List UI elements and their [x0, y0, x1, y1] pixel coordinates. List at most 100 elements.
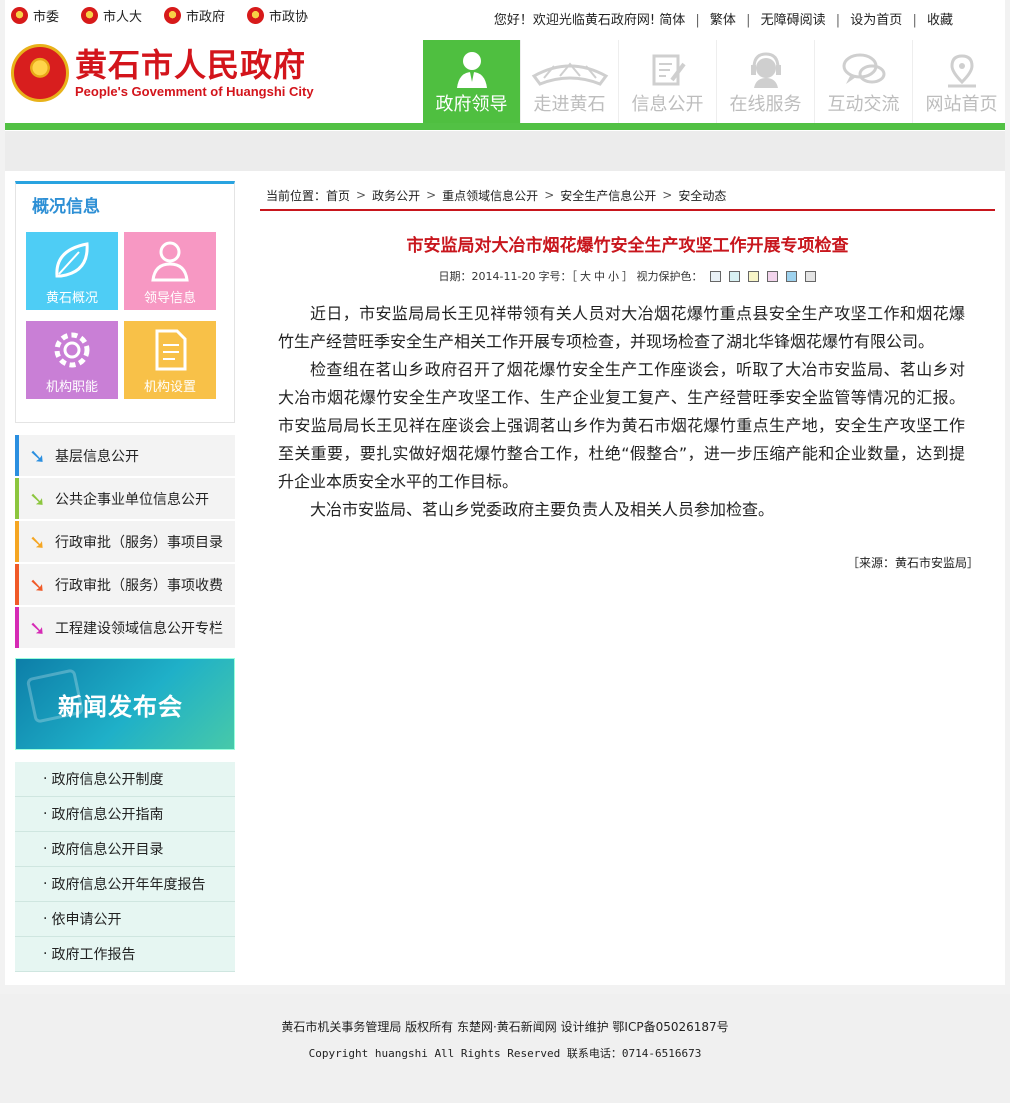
tile-label: 机构职能 — [45, 380, 98, 395]
breadcrumb-item[interactable]: 政务公开 — [372, 187, 420, 204]
category-public-enterprises[interactable]: ➘ 公共企事业单位信息公开 — [15, 478, 235, 519]
divider: | — [835, 13, 841, 28]
overview-title: 概况信息 — [32, 197, 100, 217]
bullet: · — [43, 946, 48, 962]
color-swatch[interactable] — [729, 270, 741, 282]
logo-subtitle: People's Govemment of Huangshi City — [75, 84, 314, 99]
top-link-cppcc[interactable]: 市政协 — [247, 6, 308, 25]
sidebar: 概况信息 黄石概况 领导信息 机构职能 机构设置 ➘ 基层信息公开 ➘ 公共企事… — [15, 181, 235, 972]
tile-huangshi-overview[interactable]: 黄石概况 — [26, 232, 118, 310]
arrow-down-right-icon: ➘ — [29, 529, 46, 554]
top-link-government[interactable]: 市政府 — [164, 6, 225, 25]
nav-website-home[interactable]: 网站首页 — [912, 40, 1010, 124]
color-swatch[interactable] — [767, 270, 779, 282]
tile-leader-info[interactable]: 领导信息 — [124, 232, 216, 310]
top-link-peoples-congress[interactable]: 市人大 — [81, 6, 142, 25]
chevron-right-icon: > — [426, 188, 437, 202]
tile-label: 机构设置 — [143, 380, 196, 395]
press-conference-banner[interactable]: 新闻发布会 — [15, 658, 235, 750]
arrow-down-right-icon: ➘ — [29, 615, 46, 640]
article-date: 日期：2014-11-20 — [438, 270, 536, 283]
category-label: 行政审批（服务）事项收费 — [55, 577, 223, 594]
header-green-bar — [5, 123, 1005, 130]
nav-label: 政府领导 — [435, 94, 508, 115]
color-swatch[interactable] — [786, 270, 798, 282]
chevron-right-icon: > — [544, 188, 555, 202]
info-link[interactable]: · 政府信息公开指南 — [15, 797, 235, 832]
arrow-down-right-icon: ➘ — [29, 572, 46, 597]
info-link[interactable]: · 政府信息公开制度 — [15, 762, 235, 797]
footer-contact: Copyright huangshi All Rights Reserved 联… — [308, 1047, 702, 1060]
category-label: 行政审批（服务）事项目录 — [55, 534, 223, 551]
font-size-large[interactable]: 大 — [580, 268, 591, 284]
divider: | — [912, 13, 917, 28]
article-paragraph: 大冶市安监局、茗山乡党委政府主要负责人及相关人员参加检查。 — [310, 500, 775, 519]
article-source: ［来源：黄石市安监局］ — [846, 556, 979, 570]
top-link-party-committee[interactable]: 市委 — [11, 6, 59, 25]
info-link-label: 政府信息公开目录 — [51, 842, 164, 858]
font-size-medium[interactable]: 中 — [594, 268, 605, 284]
tile-agency-functions[interactable]: 机构职能 — [26, 321, 118, 399]
info-link[interactable]: · 政府工作报告 — [15, 937, 235, 972]
bullet: · — [43, 771, 48, 787]
category-grassroots-info[interactable]: ➘ 基层信息公开 — [15, 435, 235, 476]
welcome-text: 您好！欢迎光临黄石政府网! — [493, 13, 656, 28]
link-accessible-reading[interactable]: 无障碍阅读 — [761, 13, 826, 28]
color-swatch[interactable] — [805, 270, 817, 282]
info-link[interactable]: · 政府信息公开年年度报告 — [15, 867, 235, 902]
tile-agency-setup[interactable]: 机构设置 — [124, 321, 216, 399]
breadcrumb-item[interactable]: 安全动态 — [678, 187, 726, 204]
link-simplified[interactable]: 简体 — [659, 13, 685, 28]
main-content: 当前位置： 首页 > 政务公开 > 重点领域信息公开 > 安全生产信息公开 > … — [260, 181, 995, 571]
site-header: 黄石市人民政府 People's Govemment of Huangshi C… — [5, 40, 1005, 124]
nav-online-services[interactable]: 在线服务 — [716, 40, 814, 124]
bullet: · — [43, 841, 48, 857]
breadcrumb-item[interactable]: 重点领域信息公开 — [442, 187, 538, 204]
article-paragraph: 检查组在茗山乡政府召开了烟花爆竹安全生产工作座谈会，听取了大冶市安监局、茗山乡对… — [278, 360, 965, 491]
breadcrumb-item[interactable]: 安全生产信息公开 — [560, 187, 656, 204]
category-approval-catalog[interactable]: ➘ 行政审批（服务）事项目录 — [15, 521, 235, 562]
category-label: 基层信息公开 — [55, 448, 139, 465]
main-nav: 政府领导 走进黄石 信息公开 在线服务 互动交流 网站首页 — [423, 40, 1010, 124]
link-bookmark[interactable]: 收藏 — [927, 13, 953, 28]
header-gray-bar — [5, 131, 1005, 171]
category-construction[interactable]: ➘ 工程建设领域信息公开专栏 — [15, 607, 235, 648]
nav-information-disclosure[interactable]: 信息公开 — [618, 40, 716, 124]
nav-label: 网站首页 — [925, 94, 998, 115]
info-link[interactable]: · 依申请公开 — [15, 902, 235, 937]
font-size-small[interactable]: 小 — [608, 268, 619, 284]
category-label: 公共企事业单位信息公开 — [55, 491, 209, 508]
tile-label: 黄石概况 — [45, 291, 98, 306]
arrow-down-right-icon: ➘ — [29, 443, 46, 468]
page-container: 市委 市人大 市政府 市政协 您好！欢迎光临黄石政府网! 简体 | 繁体 | 无… — [5, 0, 1005, 985]
color-swatch[interactable] — [710, 270, 722, 282]
chevron-right-icon: > — [662, 188, 673, 202]
cppcc-emblem-icon — [247, 7, 265, 24]
top-right-links: 您好！欢迎光临黄石政府网! 简体 | 繁体 | 无障碍阅读 | 设为首页 | 收… — [494, 9, 953, 28]
breadcrumb: 当前位置： 首页 > 政务公开 > 重点领域信息公开 > 安全生产信息公开 > … — [260, 181, 995, 211]
national-emblem-icon — [81, 7, 99, 24]
site-logo[interactable]: 黄石市人民政府 People's Govemment of Huangshi C… — [11, 44, 314, 102]
link-traditional[interactable]: 繁体 — [710, 13, 736, 28]
category-list: ➘ 基层信息公开 ➘ 公共企事业单位信息公开 ➘ 行政审批（服务）事项目录 ➘ … — [15, 435, 235, 648]
tile-label: 领导信息 — [143, 291, 196, 306]
info-link-label: 政府工作报告 — [51, 947, 136, 963]
nav-interactive-exchange[interactable]: 互动交流 — [814, 40, 912, 124]
banner-label: 新闻发布会 — [58, 693, 183, 721]
top-link-label: 市政府 — [186, 10, 226, 25]
link-set-homepage[interactable]: 设为首页 — [850, 13, 902, 28]
info-link-label: 政府信息公开制度 — [51, 772, 164, 788]
nav-label: 走进黄石 — [533, 94, 606, 115]
article-body: 近日，市安监局局长王见祥带领有关人员对大冶烟花爆竹重点县安全生产攻坚工作和烟花爆… — [260, 300, 995, 524]
nav-government-leaders[interactable]: 政府领导 — [423, 40, 520, 124]
top-link-label: 市人大 — [103, 10, 143, 25]
top-link-label: 市委 — [33, 10, 60, 25]
color-swatch[interactable] — [748, 270, 760, 282]
site-footer: 黄石市机关事务管理局 版权所有 东楚网·黄石新闻网 设计维护 鄂ICP备0502… — [0, 994, 1010, 1103]
bullet: · — [43, 911, 48, 927]
overview-panel: 概况信息 黄石概况 领导信息 机构职能 机构设置 — [15, 181, 235, 423]
category-approval-fees[interactable]: ➘ 行政审批（服务）事项收费 — [15, 564, 235, 605]
info-link[interactable]: · 政府信息公开目录 — [15, 832, 235, 867]
nav-about-huangshi[interactable]: 走进黄石 — [520, 40, 618, 124]
breadcrumb-item[interactable]: 首页 — [326, 187, 350, 204]
